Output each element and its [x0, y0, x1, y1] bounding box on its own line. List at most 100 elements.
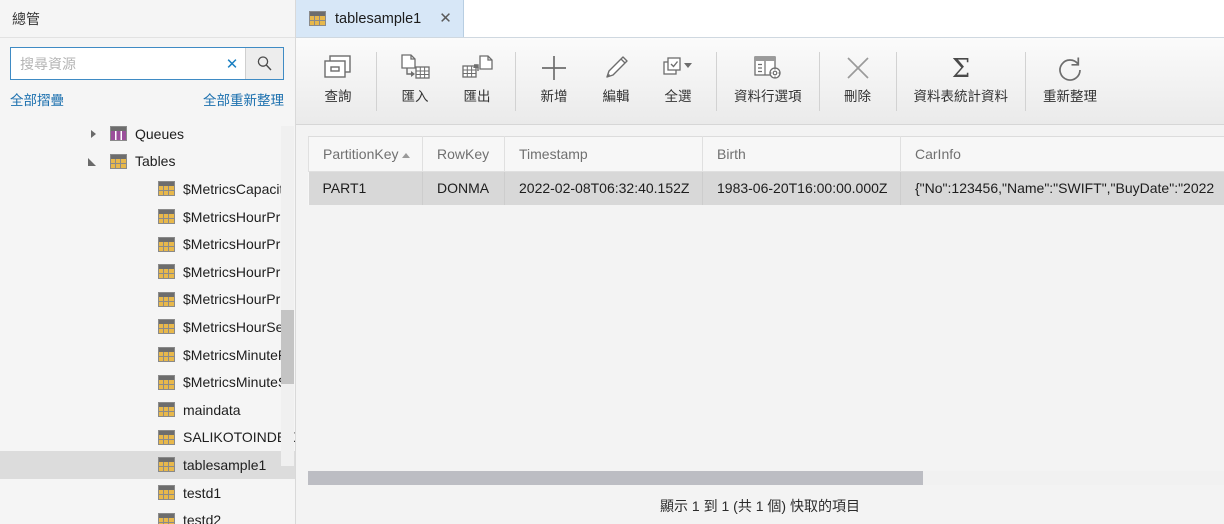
close-icon[interactable]: ✕ — [439, 11, 452, 26]
status-text: 顯示 1 到 1 (共 1 個) 快取的項目 — [660, 498, 860, 514]
toolbar-button-column-options[interactable]: 資料行選項 — [724, 43, 812, 124]
sort-ascending-icon — [402, 152, 411, 158]
table-icon — [110, 153, 127, 169]
tree-twisty[interactable] — [134, 348, 148, 362]
clear-search-icon[interactable]: ✕ — [219, 48, 245, 79]
explorer-sidebar: 總管 ✕ 全部摺疊 全部重新整理 Queues Tables $MetricsCap… — [0, 0, 296, 524]
expand-arrow-icon[interactable] — [91, 129, 96, 138]
sidebar-scrollbar-thumb[interactable] — [281, 310, 294, 384]
tree-item-metricshourpri[interactable]: $MetricsHourPri — [0, 286, 295, 314]
tree-item-metricshourpri[interactable]: $MetricsHourPri — [0, 258, 295, 286]
tree-item-maindata[interactable]: maindata — [0, 396, 295, 424]
sidebar-scrollbar-track[interactable] — [281, 126, 294, 466]
data-grid-area: PartitionKey RowKey Timestamp Birth CarInfo … — [296, 125, 1224, 524]
tree-item-label: $MetricsHourPri — [183, 263, 284, 280]
table-cell-rowkey[interactable]: DONMA — [422, 171, 505, 205]
table-cell-timestamp[interactable]: 2022-02-08T06:32:40.152Z — [504, 171, 703, 205]
search-icon — [257, 56, 272, 71]
tree-twisty[interactable] — [86, 127, 100, 141]
table-body: PART1 DONMA 2022-02-08T06:32:40.152Z 1983-0… — [308, 171, 1224, 205]
tree-twisty[interactable] — [134, 458, 148, 472]
tree-twisty[interactable] — [134, 182, 148, 196]
toolbar-button-label: 匯出 — [463, 89, 491, 104]
tree-twisty[interactable] — [134, 210, 148, 224]
toolbar-icon-wrap — [539, 47, 569, 89]
tree-item-testd2[interactable]: testd2 — [0, 506, 295, 524]
tree-item-metricshourse[interactable]: $MetricsHourSe — [0, 313, 295, 341]
table-icon — [158, 181, 175, 197]
tree-item-salikotoindex[interactable]: SALIKOTOINDEX — [0, 424, 295, 452]
tree-item-tablesample1[interactable]: tablesample1 — [0, 451, 295, 479]
tree-item-metricsminutes[interactable]: $MetricsMinuteS — [0, 368, 295, 396]
tree-twisty[interactable] — [134, 486, 148, 500]
table-cell-partitionkey[interactable]: PART1 — [308, 171, 423, 205]
toolbar-button-export[interactable]: 匯出 — [446, 43, 508, 124]
toolbar-button-refresh[interactable]: 重新整理 — [1033, 43, 1107, 124]
table-icon — [158, 264, 175, 280]
tree-twisty[interactable] — [134, 237, 148, 251]
tree-item-metricsminutep[interactable]: $MetricsMinuteP — [0, 341, 295, 369]
table-icon — [158, 209, 175, 225]
tree-item-label: $MetricsHourSe — [183, 318, 284, 335]
toolbar-icon-wrap — [843, 47, 873, 89]
tree-item-metricshourpri[interactable]: $MetricsHourPri — [0, 230, 295, 258]
tree-twisty[interactable] — [134, 430, 148, 444]
toolbar-button-import[interactable]: 匯入 — [384, 43, 446, 124]
refresh-icon — [1059, 57, 1081, 81]
tree-item-testd1[interactable]: testd1 — [0, 479, 295, 507]
tree-twisty[interactable] — [134, 265, 148, 279]
table-icon — [158, 429, 175, 445]
tree-twisty[interactable] — [134, 375, 148, 389]
tree-item-queues[interactable]: Queues — [0, 120, 295, 148]
tree-item-label: testd2 — [183, 512, 222, 524]
tree-twisty[interactable] — [134, 513, 148, 524]
column-header-label: CarInfo — [915, 146, 961, 162]
tree-item-tables[interactable]: Tables — [0, 148, 295, 176]
toolbar-separator — [1025, 52, 1026, 111]
search-input[interactable] — [11, 48, 219, 79]
collapse-arrow-icon[interactable] — [88, 158, 96, 167]
toolbar-button-select-all[interactable]: 全選 — [647, 43, 709, 124]
tree-item-metricscapacit[interactable]: $MetricsCapacit — [0, 175, 295, 203]
tree-item-label: $MetricsMinuteP — [183, 346, 288, 363]
tree-twisty[interactable] — [134, 292, 148, 306]
table-cell-birth[interactable]: 1983-06-20T16:00:00.000Z — [702, 171, 901, 205]
tree-twisty[interactable] — [134, 403, 148, 417]
toolbar-icon-wrap — [602, 47, 630, 89]
grid-hscrollbar-track[interactable] — [308, 471, 1224, 485]
sigma-icon: Σ — [952, 54, 970, 83]
toolbar-button-sigma[interactable]: Σ 資料表統計資料 — [904, 43, 1019, 124]
tree-item-label: maindata — [183, 401, 241, 418]
toolbar-button-pencil[interactable]: 編輯 — [585, 43, 647, 124]
toolbar-button-label: 全選 — [664, 89, 692, 104]
search-button[interactable] — [245, 48, 283, 79]
plus-icon — [542, 56, 566, 80]
tree-item-metricshourpri[interactable]: $MetricsHourPri — [0, 203, 295, 231]
toolbar-button-label: 資料表統計資料 — [913, 89, 1009, 104]
column-header-partitionkey[interactable]: PartitionKey — [308, 136, 423, 172]
toolbar-separator — [818, 52, 820, 111]
column-header-carinfo[interactable]: CarInfo — [900, 136, 1224, 172]
toolbar-button-delete-x[interactable]: 刪除 — [827, 43, 889, 124]
collapse-all-link[interactable]: 全部摺疊 — [10, 89, 64, 109]
grid-hscrollbar-thumb[interactable] — [308, 471, 923, 485]
toolbar-button-label: 查詢 — [324, 89, 352, 104]
tree-twisty[interactable] — [134, 320, 148, 334]
table-row[interactable]: PART1 DONMA 2022-02-08T06:32:40.152Z 1983-0… — [308, 171, 1224, 205]
column-header-timestamp[interactable]: Timestamp — [504, 136, 703, 172]
toolbar-separator — [895, 52, 897, 111]
table-cell-carinfo[interactable]: {"No":123456,"Name":"SWIFT","BuyDate":"2… — [900, 171, 1224, 205]
toolbar-button-plus[interactable]: 新增 — [523, 43, 585, 124]
column-header-rowkey[interactable]: RowKey — [422, 136, 505, 172]
toolbar-button-label: 編輯 — [602, 89, 630, 104]
table-header-row: PartitionKey RowKey Timestamp Birth CarInfo — [308, 136, 1224, 172]
table-icon — [309, 11, 326, 26]
refresh-all-link[interactable]: 全部重新整理 — [203, 89, 284, 109]
toolbar-button-query[interactable]: 查詢 — [307, 43, 369, 124]
search-box[interactable]: ✕ — [10, 47, 284, 80]
tree-twisty[interactable] — [86, 154, 100, 168]
column-header-label: Timestamp — [519, 146, 588, 162]
column-header-birth[interactable]: Birth — [702, 136, 901, 172]
tab-tablesample1[interactable]: tablesample1 ✕ — [296, 0, 464, 37]
tree-item-label: SALIKOTOINDEX — [183, 429, 295, 446]
